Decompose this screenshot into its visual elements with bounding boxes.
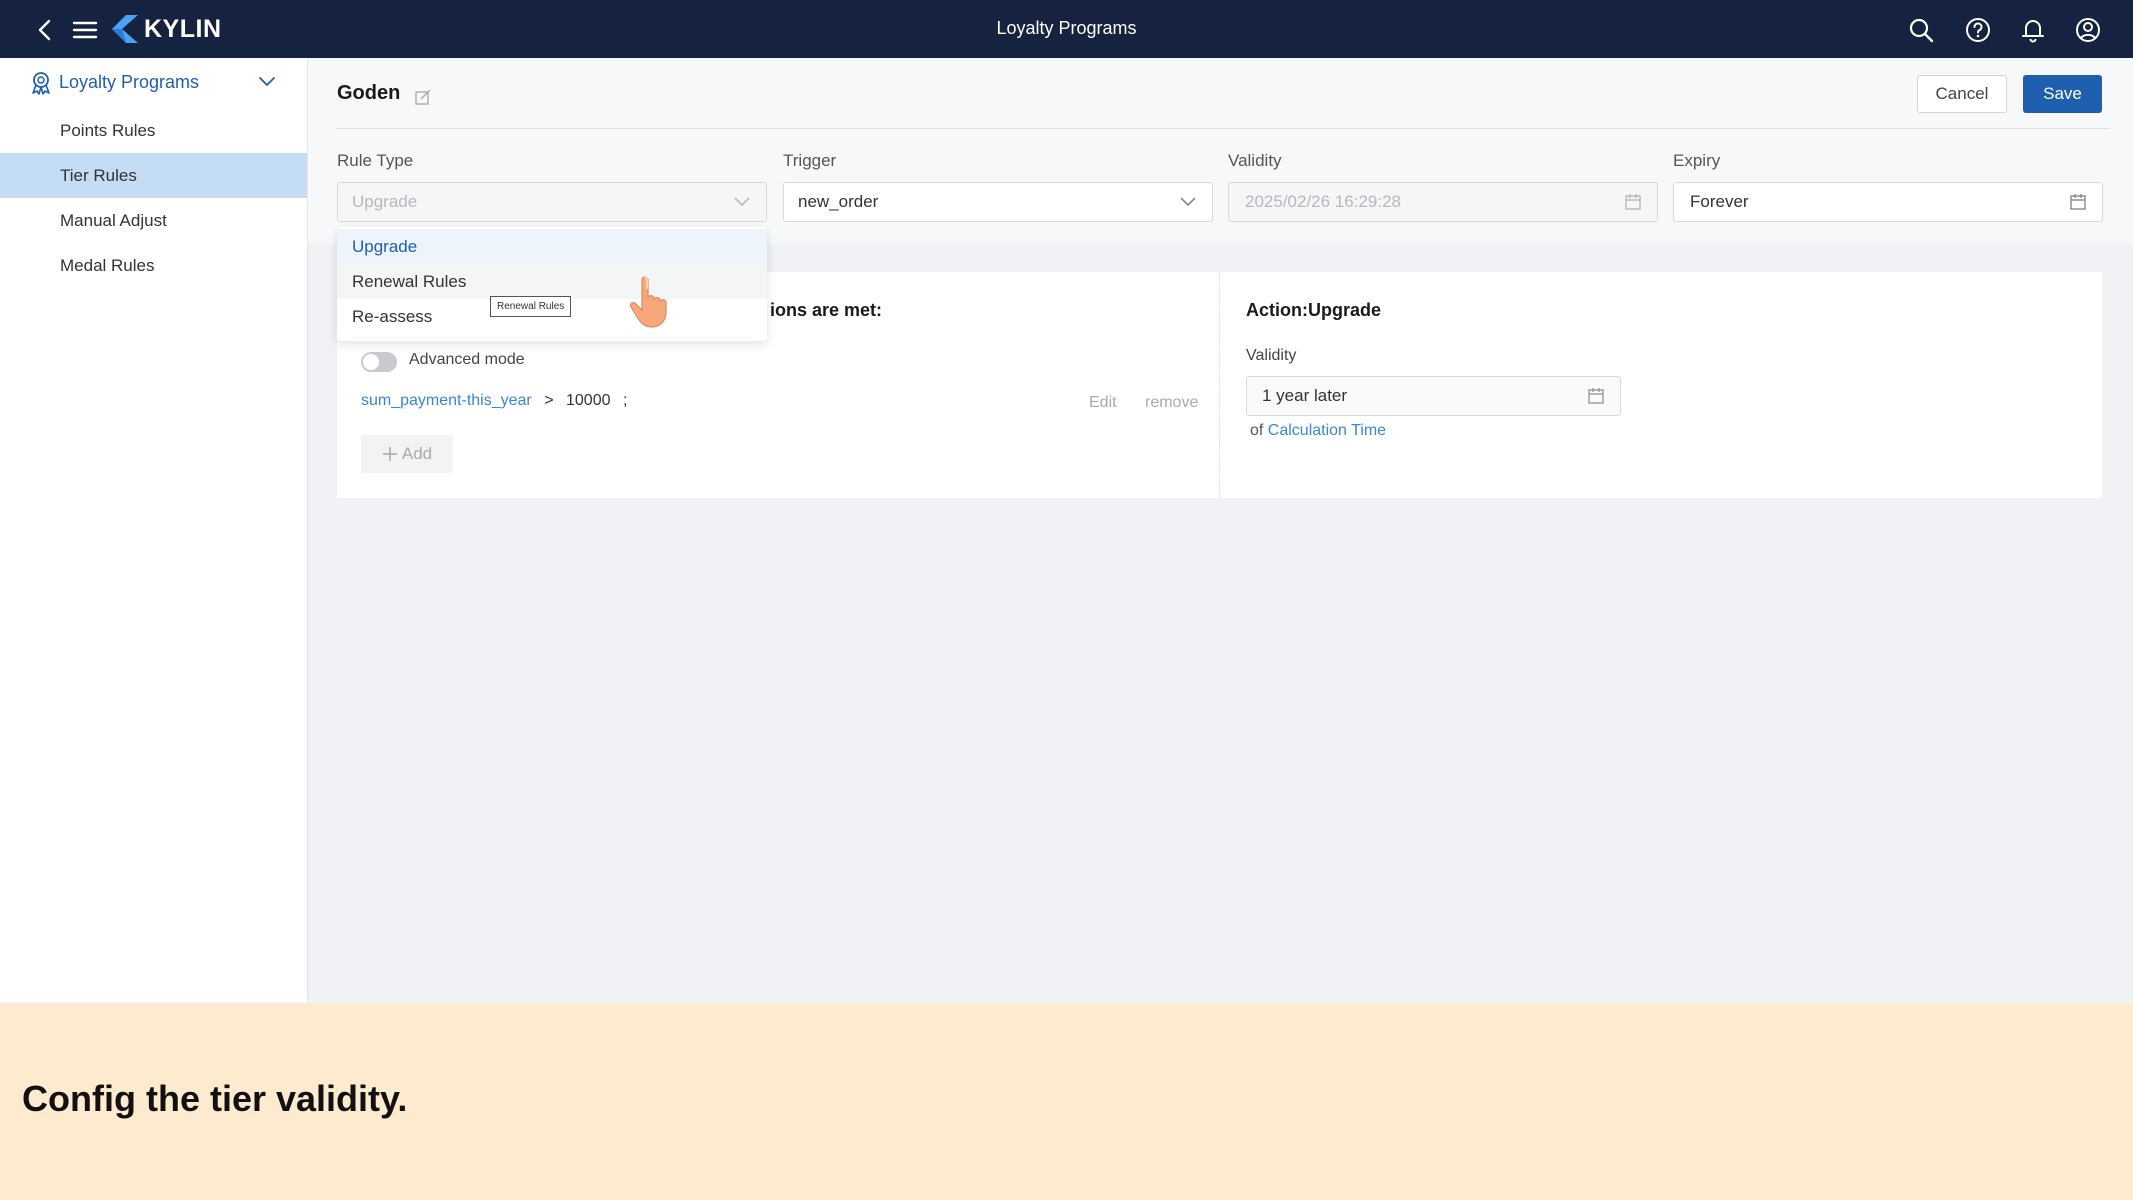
plus-icon bbox=[382, 447, 397, 461]
rule-type-select[interactable]: Upgrade bbox=[337, 182, 767, 222]
action-panel: Action:Upgrade Validity 1 year later of … bbox=[1220, 272, 2102, 498]
rule-name: Goden bbox=[337, 82, 401, 104]
calendar-icon bbox=[1625, 194, 1641, 210]
add-label: Add bbox=[401, 444, 433, 463]
action-validity-label: Validity bbox=[1246, 347, 1297, 364]
header-divider bbox=[337, 128, 2110, 129]
edit-link[interactable]: Edit bbox=[1089, 394, 1117, 412]
expiry-value: Forever bbox=[1690, 192, 1749, 211]
edit-icon[interactable] bbox=[414, 88, 432, 106]
sidebar: Loyalty Programs Points Rules Tier Rules… bbox=[0, 58, 308, 1004]
sidebar-item-tier-rules[interactable]: Tier Rules bbox=[0, 153, 307, 198]
sidebar-group-loyalty-programs[interactable]: Loyalty Programs bbox=[0, 58, 307, 108]
action-of-row: of Calculation Time bbox=[1250, 422, 1386, 440]
chevron-down-icon bbox=[734, 197, 750, 207]
back-arrow-icon[interactable] bbox=[30, 15, 60, 45]
top-bar: KYLIN Loyalty Programs bbox=[0, 0, 2133, 58]
calendar-icon bbox=[2070, 194, 2086, 210]
brand-logo[interactable]: KYLIN bbox=[112, 13, 222, 45]
validity-value: 2025/02/26 16:29:28 bbox=[1245, 192, 1401, 211]
help-icon[interactable] bbox=[1963, 15, 1993, 45]
rule-type-value: Upgrade bbox=[352, 192, 418, 211]
kylin-logo-icon bbox=[112, 15, 138, 43]
add-condition-button[interactable]: Add bbox=[361, 435, 453, 473]
rule-type-label: Rule Type bbox=[337, 151, 414, 170]
ribbon-icon bbox=[32, 72, 50, 95]
menu-icon[interactable] bbox=[70, 15, 100, 45]
cancel-button[interactable]: Cancel bbox=[1917, 75, 2007, 113]
sidebar-item-medal-rules[interactable]: Medal Rules bbox=[0, 243, 307, 288]
rule-type-option-upgrade[interactable]: Upgrade bbox=[337, 229, 767, 264]
advanced-mode-label: Advanced mode bbox=[409, 351, 525, 368]
bell-icon[interactable] bbox=[2018, 15, 2048, 45]
sidebar-group-label: Loyalty Programs bbox=[59, 72, 200, 92]
chevron-down-icon bbox=[1180, 197, 1196, 207]
option-tooltip: Renewal Rules bbox=[490, 296, 572, 317]
action-validity-field[interactable]: 1 year later bbox=[1246, 376, 1621, 416]
trigger-value: new_order bbox=[798, 192, 879, 211]
user-circle-icon[interactable] bbox=[2073, 15, 2103, 45]
action-title: Action:Upgrade bbox=[1246, 300, 1381, 320]
condition-row: sum_payment-this_year > 10000 ; bbox=[361, 392, 635, 410]
validity-date-field[interactable]: 2025/02/26 16:29:28 bbox=[1228, 182, 1658, 222]
sidebar-body bbox=[0, 284, 307, 1004]
trigger-select[interactable]: new_order bbox=[783, 182, 1213, 222]
action-of-prefix: of bbox=[1250, 422, 1264, 439]
hand-cursor-icon bbox=[629, 276, 667, 328]
search-icon[interactable] bbox=[1906, 15, 1936, 45]
expiry-field[interactable]: Forever bbox=[1673, 182, 2103, 222]
chevron-down-icon[interactable] bbox=[258, 75, 276, 89]
trigger-label: Trigger bbox=[783, 151, 837, 170]
expiry-label: Expiry bbox=[1673, 151, 1721, 170]
remove-link[interactable]: remove bbox=[1145, 394, 1198, 412]
condition-value: 10000 bbox=[566, 392, 611, 409]
window-title: Loyalty Programs bbox=[996, 18, 1137, 38]
sidebar-item-manual-adjust[interactable]: Manual Adjust bbox=[0, 198, 307, 243]
caption-text: Config the tier validity. bbox=[22, 1078, 408, 1119]
condition-terminator: ; bbox=[622, 392, 628, 409]
save-button[interactable]: Save bbox=[2023, 75, 2102, 113]
rule-type-option-renewal-rules[interactable]: Renewal Rules bbox=[337, 264, 767, 299]
validity-label: Validity bbox=[1228, 151, 1282, 170]
conditions-title: ions are met: bbox=[770, 300, 883, 320]
brand-name: KYLIN bbox=[144, 14, 222, 43]
action-validity-value: 1 year later bbox=[1262, 386, 1348, 405]
calculation-time-link[interactable]: Calculation Time bbox=[1268, 422, 1386, 439]
main-content: Goden Cancel Save Rule Type Trigger Vali… bbox=[308, 58, 2133, 1003]
calendar-icon bbox=[1588, 388, 1604, 404]
condition-variable[interactable]: sum_payment-this_year bbox=[361, 392, 532, 409]
condition-operator: > bbox=[544, 392, 554, 409]
advanced-mode-toggle[interactable] bbox=[361, 352, 397, 372]
rule-type-dropdown: Upgrade Renewal Rules Re-assess bbox=[337, 227, 767, 341]
sidebar-item-points-rules[interactable]: Points Rules bbox=[0, 108, 307, 153]
